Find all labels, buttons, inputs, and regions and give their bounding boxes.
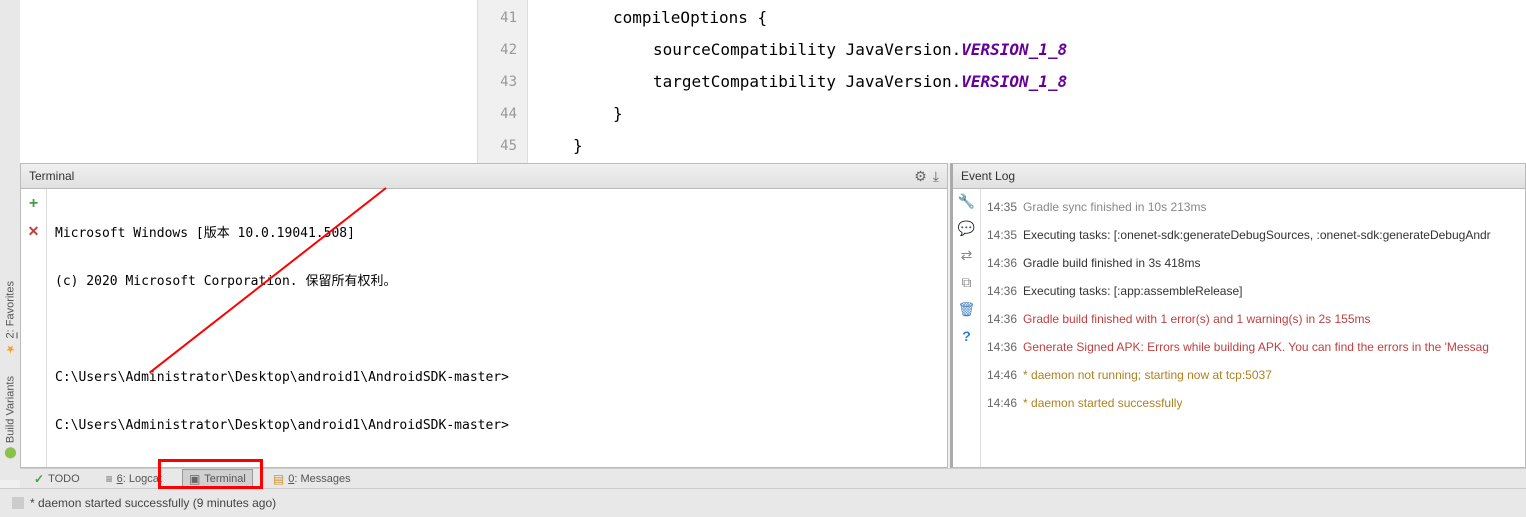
event-log-title: Event Log bbox=[961, 169, 1015, 183]
code-line: sourceCompatibility JavaVersion.VERSION_… bbox=[573, 34, 1526, 66]
gear-icon[interactable]: ⚙ bbox=[914, 168, 927, 185]
event-time: 14:36 bbox=[987, 256, 1017, 270]
wrench-icon[interactable]: 🔧 bbox=[958, 193, 975, 210]
bottom-tool-tabs: ✓ TODO ≡ 6: Logcat ▣ Terminal ▤ 0: Messa… bbox=[20, 468, 1526, 488]
event-row: 14:46 * daemon started successfully bbox=[987, 389, 1519, 417]
event-log-sidebar: 🔧 💬 ⇄ ⧉ 🗑 ? bbox=[953, 189, 981, 467]
event-row: 14:35 Executing tasks: [:onenet-sdk:gene… bbox=[987, 221, 1519, 249]
code-content[interactable]: compileOptions { sourceCompatibility Jav… bbox=[573, 0, 1526, 163]
code-line: compileOptions { bbox=[573, 2, 1526, 34]
event-time: 14:36 bbox=[987, 284, 1017, 298]
line-number: 45 bbox=[478, 130, 527, 162]
favorites-tab[interactable]: ★ 2: Favorites bbox=[2, 271, 19, 366]
status-bar: * daemon started successfully (9 minutes… bbox=[0, 488, 1526, 517]
line-gutter: 41 42 43 44 45 bbox=[478, 0, 528, 163]
hide-icon[interactable]: ⤓ bbox=[933, 168, 939, 185]
help-icon[interactable]: ? bbox=[962, 328, 971, 344]
event-message: Gradle build finished in 3s 418ms bbox=[1023, 256, 1200, 270]
terminal-line: Microsoft Windows [版本 10.0.19041.508] bbox=[55, 225, 939, 243]
event-log-header: Event Log bbox=[953, 164, 1525, 189]
code-editor[interactable]: 41 42 43 44 45 compileOptions { sourceCo… bbox=[478, 0, 1526, 163]
terminal-tab[interactable]: ▣ Terminal bbox=[182, 469, 253, 489]
event-message: Gradle sync finished in 10s 213ms bbox=[1023, 200, 1206, 214]
star-icon: ★ bbox=[4, 343, 17, 356]
event-time: 14:35 bbox=[987, 200, 1017, 214]
messages-icon: ▤ bbox=[273, 472, 284, 486]
plus-icon[interactable]: + bbox=[29, 195, 38, 213]
messages-tab[interactable]: ▤ 0: Messages bbox=[267, 470, 357, 488]
fold-gutter bbox=[528, 0, 573, 163]
copy-icon[interactable]: ⧉ bbox=[962, 274, 972, 291]
line-number: 44 bbox=[478, 98, 527, 130]
status-text: * daemon started successfully (9 minutes… bbox=[30, 496, 276, 510]
code-line: } bbox=[573, 130, 1526, 162]
terminal-line: C:\Users\Administrator\Desktop\android1\… bbox=[55, 417, 939, 435]
event-row: 14:36 Gradle build finished in 3s 418ms bbox=[987, 249, 1519, 277]
terminal-line: C:\Users\Administrator\Desktop\android1\… bbox=[55, 369, 939, 387]
logcat-icon: ≡ bbox=[106, 472, 113, 486]
build-variants-tab[interactable]: ⬤ Build Variants bbox=[2, 366, 19, 470]
code-line: targetCompatibility JavaVersion.VERSION_… bbox=[573, 66, 1526, 98]
event-message: * daemon started successfully bbox=[1023, 396, 1182, 410]
event-row: 14:36 Generate Signed APK: Errors while … bbox=[987, 333, 1519, 361]
event-time: 14:36 bbox=[987, 340, 1017, 354]
logcat-tab[interactable]: ≡ 6: Logcat bbox=[100, 470, 168, 488]
tree-icon[interactable]: ⇄ bbox=[961, 247, 973, 264]
event-message: Executing tasks: [:onenet-sdk:generateDe… bbox=[1023, 228, 1491, 242]
line-number: 43 bbox=[478, 66, 527, 98]
event-row: 14:36 Gradle build finished with 1 error… bbox=[987, 305, 1519, 333]
side-tool-tabs: ★ 2: Favorites ⬤ Build Variants bbox=[0, 0, 20, 480]
project-panel[interactable] bbox=[20, 0, 478, 163]
editor-area: 41 42 43 44 45 compileOptions { sourceCo… bbox=[20, 0, 1526, 163]
terminal-line: (c) 2020 Microsoft Corporation. 保留所有权利。 bbox=[55, 273, 939, 291]
status-icon bbox=[12, 497, 24, 509]
terminal-header: Terminal ⚙ ⤓ bbox=[21, 164, 947, 189]
terminal-line bbox=[55, 321, 939, 339]
event-message: Executing tasks: [:app:assembleRelease] bbox=[1023, 284, 1242, 298]
event-message: Generate Signed APK: Errors while buildi… bbox=[1023, 340, 1489, 354]
event-message: Gradle build finished with 1 error(s) an… bbox=[1023, 312, 1371, 326]
terminal-icon: ▣ bbox=[189, 472, 200, 486]
speech-icon[interactable]: 💬 bbox=[958, 220, 975, 237]
terminal-title: Terminal bbox=[29, 169, 74, 183]
close-icon[interactable]: ✕ bbox=[28, 223, 40, 240]
line-number: 41 bbox=[478, 2, 527, 34]
line-number: 42 bbox=[478, 34, 527, 66]
event-log-content[interactable]: 14:35 Gradle sync finished in 10s 213ms … bbox=[981, 189, 1525, 467]
event-message: * daemon not running; starting now at tc… bbox=[1023, 368, 1272, 382]
event-time: 14:36 bbox=[987, 312, 1017, 326]
event-row: 14:46 * daemon not running; starting now… bbox=[987, 361, 1519, 389]
event-row: 14:36 Executing tasks: [:app:assembleRel… bbox=[987, 277, 1519, 305]
event-time: 14:46 bbox=[987, 368, 1017, 382]
code-line: } bbox=[573, 98, 1526, 130]
event-time: 14:46 bbox=[987, 396, 1017, 410]
event-row: 14:35 Gradle sync finished in 10s 213ms bbox=[987, 193, 1519, 221]
terminal-panel: Terminal ⚙ ⤓ + ✕ Microsoft Windows [版本 1… bbox=[20, 163, 948, 468]
terminal-output[interactable]: Microsoft Windows [版本 10.0.19041.508] (c… bbox=[47, 189, 947, 467]
event-log-panel: Event Log 🔧 💬 ⇄ ⧉ 🗑 ? 14:35 Gradle sync … bbox=[950, 163, 1526, 468]
trash-icon[interactable]: 🗑 bbox=[958, 301, 976, 318]
todo-tab[interactable]: ✓ TODO bbox=[28, 470, 86, 488]
terminal-line: C:\Users\Administrator\Desktop\android1\… bbox=[55, 465, 939, 467]
android-icon: ⬤ bbox=[4, 447, 17, 460]
terminal-sidebar: + ✕ bbox=[21, 189, 47, 467]
check-icon: ✓ bbox=[34, 472, 44, 486]
event-time: 14:35 bbox=[987, 228, 1017, 242]
